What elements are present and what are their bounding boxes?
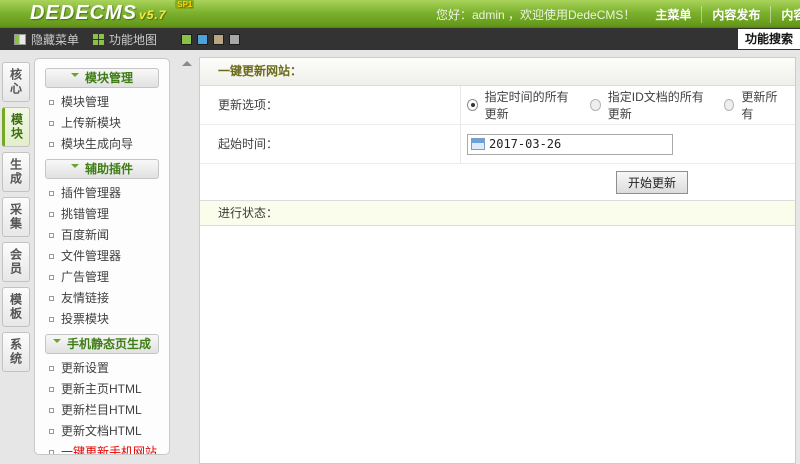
- hide-menu-icon: [14, 34, 26, 45]
- sidebar-item-file-manager[interactable]: 文件管理器: [35, 246, 169, 267]
- theme-swatch-green[interactable]: [181, 34, 192, 45]
- greeting-text: 您好：admin ，欢迎使用DedeCMS！: [436, 6, 635, 23]
- menu-item-content-maintain[interactable]: 内容维护: [770, 6, 800, 23]
- update-option-row: 更新选项： 指定时间的所有更新 指定ID文档的所有更新 更新所有: [200, 86, 795, 125]
- tab-member[interactable]: 会员: [2, 242, 30, 282]
- sidebar-item-one-click-update-mobile[interactable]: 一键更新手机网站: [35, 442, 169, 455]
- header-menu: 主菜单 内容发布 内容维护 系统: [645, 7, 800, 21]
- section-mobile-static-pages[interactable]: 手机静态页生成: [45, 334, 159, 354]
- sidebar-item-update-doc-html[interactable]: 更新文档HTML: [35, 421, 169, 442]
- bullet-icon: [49, 121, 54, 126]
- function-search-button[interactable]: 功能搜索: [738, 29, 800, 49]
- section-module-management[interactable]: 模块管理: [45, 68, 159, 88]
- version-label: v5.7: [139, 8, 166, 22]
- radio-update-by-time[interactable]: 指定时间的所有更新: [467, 88, 577, 122]
- date-input-box: [467, 134, 673, 155]
- tab-module[interactable]: 模块: [2, 107, 30, 147]
- sidebar-item-ad-manage[interactable]: 广告管理: [35, 267, 169, 288]
- bullet-icon: [49, 100, 54, 105]
- start-time-value: [461, 125, 795, 163]
- start-time-label: 起始时间：: [200, 125, 461, 163]
- sidebar-item-upload-module[interactable]: 上传新模块: [35, 113, 169, 134]
- sidebar-item-module-wizard[interactable]: 模块生成向导: [35, 134, 169, 155]
- sidebar-item-error-report[interactable]: 挑错管理: [35, 204, 169, 225]
- theme-color-swatches: [181, 34, 245, 45]
- radio-update-all[interactable]: 更新所有: [724, 88, 782, 122]
- calendar-icon[interactable]: [471, 138, 485, 150]
- theme-swatch-tan[interactable]: [213, 34, 224, 45]
- dedecms-logo: DEDECMSv5.7 SP1: [30, 2, 166, 25]
- bullet-icon: [49, 408, 54, 413]
- chevron-down-icon: [53, 339, 61, 347]
- hide-menu-button[interactable]: 隐藏菜单: [14, 31, 79, 48]
- sidebar-item-update-settings[interactable]: 更新设置: [35, 358, 169, 379]
- bullet-icon: [49, 317, 54, 322]
- tab-collect[interactable]: 采集: [2, 197, 30, 237]
- chevron-down-icon: [71, 73, 79, 81]
- theme-swatch-blue[interactable]: [197, 34, 208, 45]
- main-panel: 一键更新网站： 更新选项： 指定时间的所有更新 指定ID文档的所有更新 更新所有: [199, 57, 796, 464]
- sidebar-item-friend-links[interactable]: 友情链接: [35, 288, 169, 309]
- top-header: DEDECMSv5.7 SP1 您好：admin ，欢迎使用DedeCMS！ 主…: [0, 0, 800, 28]
- chevron-down-icon: [71, 164, 79, 172]
- bullet-icon: [49, 254, 54, 259]
- bullet-icon: [49, 387, 54, 392]
- function-map-label: 功能地图: [109, 31, 157, 48]
- sidebar-menu: 模块管理 模块管理 上传新模块 模块生成向导 辅助插件 插件管理器 挑错管理 百…: [34, 58, 170, 455]
- hide-menu-label: 隐藏菜单: [31, 31, 79, 48]
- update-option-label: 更新选项：: [200, 86, 461, 124]
- status-title: 进行状态：: [200, 200, 795, 226]
- toolbar: 隐藏菜单 功能地图 功能搜索: [0, 28, 800, 50]
- bullet-icon: [49, 366, 54, 371]
- bullet-icon: [49, 296, 54, 301]
- side-tabs: 核心 模块 生成 采集 会员 模板 系统: [2, 62, 32, 377]
- dedecms-admin-page: DEDECMSv5.7 SP1 您好：admin ，欢迎使用DedeCMS！ 主…: [0, 0, 800, 464]
- menu-scroll-up-arrow[interactable]: [182, 61, 192, 66]
- logo-text: DEDECMS: [30, 2, 137, 24]
- header-right: 您好：admin ，欢迎使用DedeCMS！ 主菜单 内容发布 内容维护 系统: [436, 0, 800, 28]
- sidebar-item-update-home-html[interactable]: 更新主页HTML: [35, 379, 169, 400]
- tab-core[interactable]: 核心: [2, 62, 30, 102]
- menu-item-main-menu[interactable]: 主菜单: [645, 6, 701, 23]
- bullet-icon: [49, 212, 54, 217]
- menu-item-content-publish[interactable]: 内容发布: [701, 6, 770, 23]
- function-map-button[interactable]: 功能地图: [93, 31, 157, 48]
- start-time-row: 起始时间：: [200, 125, 795, 164]
- bullet-icon: [49, 429, 54, 434]
- sidebar-item-vote-module[interactable]: 投票模块: [35, 309, 169, 330]
- tab-system[interactable]: 系统: [2, 332, 30, 372]
- radio-selected-icon: [467, 99, 478, 111]
- update-option-value: 指定时间的所有更新 指定ID文档的所有更新 更新所有: [461, 86, 795, 124]
- bullet-icon: [49, 275, 54, 280]
- panel-title: 一键更新网站：: [200, 58, 795, 86]
- theme-swatch-gray[interactable]: [229, 34, 240, 45]
- bullet-icon: [49, 450, 54, 455]
- sidebar-item-plugin-manager[interactable]: 插件管理器: [35, 183, 169, 204]
- radio-update-by-id[interactable]: 指定ID文档的所有更新: [590, 88, 711, 122]
- sidebar-item-module-manage[interactable]: 模块管理: [35, 92, 169, 113]
- start-date-input[interactable]: [489, 137, 649, 151]
- tab-template[interactable]: 模板: [2, 287, 30, 327]
- sidebar-item-update-column-html[interactable]: 更新栏目HTML: [35, 400, 169, 421]
- start-update-button[interactable]: 开始更新: [616, 171, 688, 194]
- sidebar-item-baidu-news[interactable]: 百度新闻: [35, 225, 169, 246]
- radio-unselected-icon: [590, 99, 601, 111]
- bullet-icon: [49, 142, 54, 147]
- section-auxiliary-plugins[interactable]: 辅助插件: [45, 159, 159, 179]
- bullet-icon: [49, 191, 54, 196]
- button-row: 开始更新: [200, 164, 795, 200]
- sp1-badge: SP1: [175, 0, 194, 9]
- radio-unselected-icon: [724, 99, 734, 111]
- bullet-icon: [49, 233, 54, 238]
- tab-generate[interactable]: 生成: [2, 152, 30, 192]
- function-map-icon: [93, 34, 104, 45]
